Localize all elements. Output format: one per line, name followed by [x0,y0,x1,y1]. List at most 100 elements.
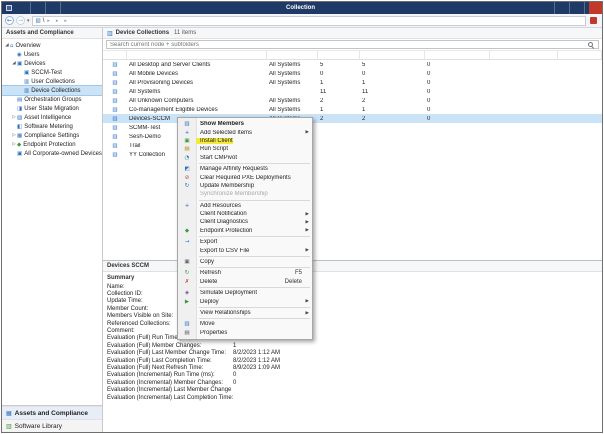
alert-icon[interactable] [590,17,597,24]
table-row[interactable]: ▥ All Unknown Computers All Systems 2 2 … [103,96,602,105]
table-row[interactable]: ▥ All Mobile Devices All Systems 0 0 0 [103,69,602,78]
breadcrumb-item[interactable] [53,18,62,24]
tree-item[interactable]: ▤ Orchestration Groups [2,95,102,104]
menu-item[interactable]: ✗ Delete Delete ▶ [178,278,312,286]
detail-field: Evaluation (Full) Next Refresh Time: 8/9… [107,364,598,371]
breadcrumb-item[interactable] [44,18,53,24]
tree-item[interactable]: ▥ User Collections [2,77,102,86]
search-box [106,40,599,49]
tree-item[interactable]: ◉ Users [2,50,102,59]
menu-item-icon: + [178,203,196,209]
back-button[interactable]: ← [5,16,14,25]
menu-item[interactable]: ⊘ Clear Required PXE Deployments ▶ [178,173,312,181]
menu-item[interactable]: ▤ Properties ▶ [178,329,312,337]
menu-item-icon: ▣ [178,138,196,144]
menu-item[interactable]: ↻ Update Membership ▶ [178,182,312,190]
cell-referenced-collections: 0 [425,98,490,104]
tree-item-icon: ▤ [17,97,22,103]
close-button[interactable] [589,2,602,14]
detail-field: Evaluation (Full) Last Member Change Tim… [107,350,598,357]
ribbon-tab[interactable] [555,2,570,14]
table-row[interactable]: ▥ All Provisioning Devices All Systems 1… [103,78,602,87]
workspace-button[interactable]: ▦ Assets and Compliance [2,406,102,419]
ribbon-tab[interactable] [46,2,61,14]
forward-button[interactable]: → [16,16,25,25]
menu-item[interactable]: ▶ Deploy ▶ [178,297,312,305]
ribbon-tab[interactable] [540,2,555,14]
menu-item[interactable]: ◆ Endpoint Protection ▶ [178,227,312,235]
menu-item[interactable]: ▥ Move ▶ [178,320,312,328]
menu-item[interactable]: ▣ Copy ▶ [178,258,312,266]
menu-item-label: Export [196,239,217,245]
address-bar: ← → ▾ ▥ \ [2,14,602,28]
menu-item-label: Export to CSV File [196,248,249,254]
menu-item[interactable]: Export to CSV File ▶ [178,246,312,254]
history-dropdown-icon[interactable]: ▾ [27,18,30,24]
row-icon: ▥ [103,134,127,140]
menu-item-shortcut: F5 [295,270,302,276]
menu-item[interactable]: → Export ▶ [178,238,312,246]
row-icon: ▥ [103,71,127,77]
workspace-icon: ▦ [6,410,12,417]
table-row[interactable]: ▥ Co-management Eligible Devices All Sys… [103,105,602,114]
menu-item[interactable]: ◩ Manage Affinity Requests ▶ [178,165,312,173]
menu-item-label: Add Selected Items [196,130,252,136]
column-header[interactable] [425,51,490,59]
column-header[interactable] [103,51,127,59]
menu-item-label: Show Members [196,121,244,127]
menu-item[interactable]: ▥ Show Members ▶ [178,120,312,128]
column-header[interactable] [267,51,318,59]
menu-item[interactable]: + Add Resources ▶ [178,202,312,210]
tree-item[interactable]: ▣ Devices [2,59,102,68]
column-header[interactable] [490,51,558,59]
tree-item[interactable]: ◆ Endpoint Protection [2,140,102,149]
tree-item[interactable]: ▣ SCCM-Test [2,68,102,77]
menu-item[interactable]: ▤ Run Script ▶ [178,145,312,153]
detail-field-label: Evaluation (Full) Last Member Change Tim… [107,350,233,356]
menu-item[interactable]: + Add Selected Items ▶ [178,128,312,136]
menu-item[interactable]: Synchronize Membership ▶ [178,190,312,198]
table-row[interactable]: ▥ All Desktop and Server Clients All Sys… [103,60,602,69]
search-icon[interactable] [587,41,595,49]
detail-field: Evaluation (Incremental) Last Member Cha… [107,386,598,393]
breadcrumb-item[interactable] [61,18,70,24]
menu-item-label: Start CMPivot [196,155,237,161]
menu-item[interactable]: Client Diagnostics ▶ [178,218,312,226]
menu-item[interactable]: Client Notification ▶ [178,210,312,218]
menu-item[interactable]: View Relationships ▶ [178,309,312,317]
column-header[interactable] [360,51,425,59]
menu-item-icon: ↻ [178,270,196,276]
tree-item[interactable]: ▥ Device Collections [2,86,102,95]
tree-item-label: Orchestration Groups [24,97,81,103]
tree-item[interactable]: ▨ Asset Intelligence [2,113,102,122]
tree-item[interactable]: ◨ User State Migration [2,104,102,113]
menu-item[interactable]: ▣ Install Client ▶ [178,137,312,145]
tree-item[interactable]: ▣ All Corporate-owned Devices [2,149,102,158]
submenu-arrow-icon: ▶ [306,311,309,316]
menu-item[interactable]: ◈ Simulate Deployment ▶ [178,289,312,297]
workspace-button[interactable]: ▥ Software Library [2,419,102,432]
tree-item[interactable]: ◧ Software Metering [2,122,102,131]
table-row[interactable]: ▥ All Systems 11 11 0 [103,87,602,96]
cell-name: All Systems [127,89,267,95]
column-header[interactable] [318,51,360,59]
search-input[interactable] [110,42,587,48]
ribbon-tab[interactable] [31,2,46,14]
detail-field: Evaluation (Full) Member Changes: 1 [107,342,598,349]
ribbon-tab[interactable] [16,2,31,14]
ribbon-tab[interactable] [570,2,585,14]
tree-item[interactable]: ▦ Compliance Settings [2,131,102,140]
column-header[interactable] [127,51,267,59]
ribbon-tab-collection[interactable]: Collection [279,2,322,14]
tree-item[interactable]: ⌂ Overview [2,41,102,50]
workspace-icon: ▥ [6,423,12,430]
column-header[interactable] [558,51,602,59]
tree-item-label: SCCM-Test [31,70,62,76]
menu-item-label: Copy [196,259,214,265]
workspace-label: Software Library [15,423,62,430]
menu-item[interactable]: ◔ Start CMPivot ▶ [178,154,312,162]
cell-member-count: 1 [318,107,360,113]
cell-member-count: 0 [318,71,360,77]
navigation-tree: ⌂ Overview ◉ Users ▣ Devices [2,39,102,405]
menu-item[interactable]: ↻ Refresh F5 ▶ [178,269,312,277]
